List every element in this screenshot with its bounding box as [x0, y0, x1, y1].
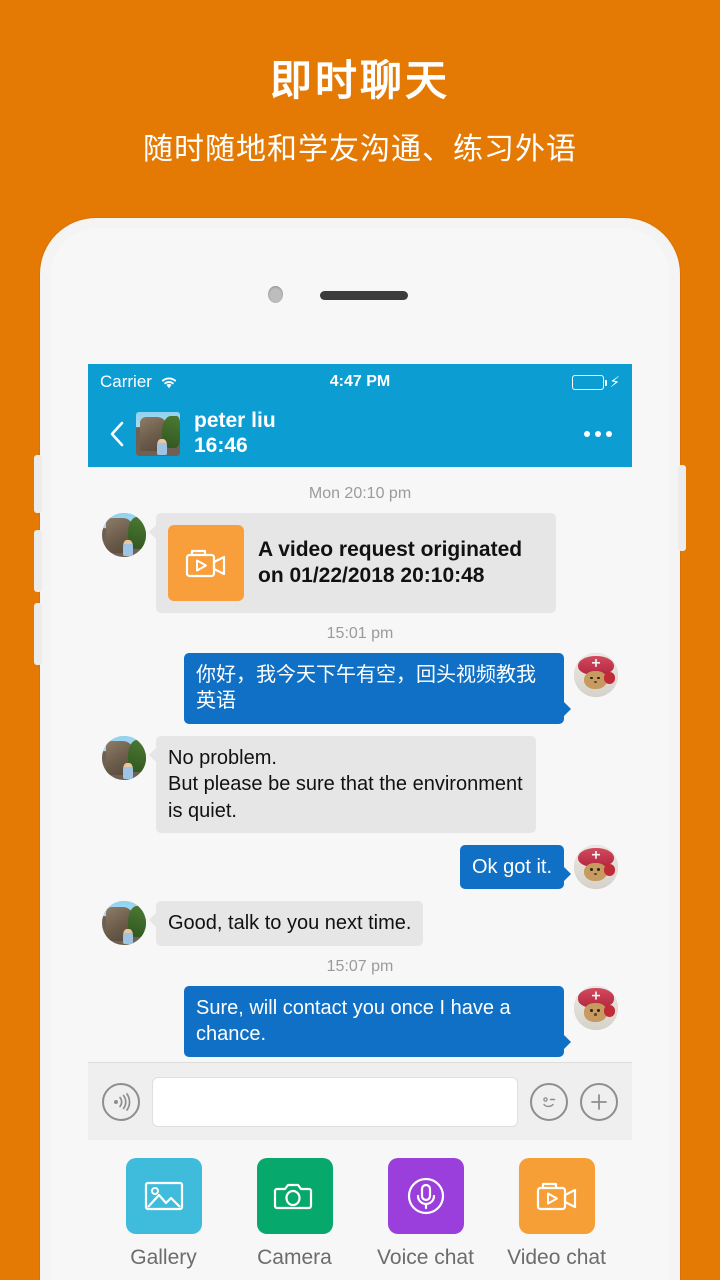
contact-avatar[interactable] [136, 411, 180, 456]
promo-header: 即时聊天 随时随地和学友沟通、练习外语 [0, 0, 720, 168]
message-row: A video request originated on 01/22/2018… [88, 513, 632, 613]
page-subtitle: 随时随地和学友沟通、练习外语 [143, 133, 577, 167]
video-request-bubble[interactable]: A video request originated on 01/22/2018… [149, 513, 556, 613]
action-video-chat[interactable]: Video chat [502, 1158, 612, 1270]
message-input-bar [88, 1062, 632, 1140]
silent-switch-button[interactable] [34, 455, 42, 513]
contact-info: peter liu 16:46 [194, 409, 276, 459]
plus-icon[interactable] [580, 1082, 618, 1121]
action-label: Voice chat [377, 1246, 474, 1269]
avatar[interactable] [574, 985, 618, 1030]
avatar[interactable] [574, 844, 618, 889]
message-bubble-outgoing[interactable]: 你好，我今天下午有空，回头视频教我英语 [184, 653, 571, 724]
page-title: 即时聊天 [269, 57, 450, 104]
avatar[interactable] [102, 735, 146, 780]
volume-down-button[interactable] [34, 603, 42, 665]
action-gallery[interactable]: Gallery [109, 1158, 219, 1270]
message-bubble-outgoing[interactable]: Sure, will contact you once I have a cha… [184, 985, 571, 1057]
chat-navigation-bar: peter liu 16:46 [88, 400, 632, 467]
more-options-button[interactable] [580, 423, 616, 445]
image-icon [125, 1158, 202, 1234]
earpiece-speaker [320, 291, 408, 300]
video-camera-icon [168, 525, 244, 601]
phone-screen: Carrier 4:47 PM ⚡ peter liu 16:46 Mon 20… [88, 364, 632, 1280]
volume-up-button[interactable] [34, 530, 42, 592]
video-request-text: A video request originated on 01/22/2018… [258, 537, 523, 587]
message-row: Sure, will contact you once I have a cha… [88, 985, 632, 1057]
front-camera-icon [268, 286, 283, 303]
avatar[interactable] [574, 653, 618, 697]
lightning-bolt-icon: ⚡ [609, 373, 620, 391]
action-label: Video chat [507, 1246, 606, 1269]
message-list[interactable]: Mon 20:10 pm A video request originated … [88, 467, 632, 1062]
carrier-label: Carrier [100, 372, 152, 391]
video-camera-icon [518, 1158, 595, 1234]
message-row: No problem. But please be sure that the … [88, 735, 632, 833]
avatar[interactable] [102, 513, 146, 557]
timestamp-divider: 15:01 pm [326, 625, 394, 642]
message-row: Ok got it. [88, 844, 632, 890]
timestamp-divider: 15:07 pm [326, 957, 394, 975]
sound-wave-icon[interactable] [102, 1082, 140, 1121]
wifi-icon [159, 375, 179, 390]
status-bar: Carrier 4:47 PM ⚡ [88, 364, 632, 400]
contact-time: 16:46 [194, 433, 248, 457]
back-button[interactable] [104, 421, 130, 447]
contact-name: peter liu [194, 408, 276, 432]
action-camera[interactable]: Camera [240, 1158, 350, 1270]
message-bubble-incoming[interactable]: No problem. But please be sure that the … [149, 735, 536, 833]
timestamp-divider: Mon 20:10 pm [308, 485, 412, 502]
phone-mockup: Carrier 4:47 PM ⚡ peter liu 16:46 Mon 20… [34, 218, 686, 1280]
action-label: Gallery [130, 1246, 197, 1269]
avatar[interactable] [102, 901, 146, 946]
attachment-actions: Gallery Camera Voice chat Video chat [88, 1140, 632, 1270]
message-row: 你好，我今天下午有空，回头视频教我英语 [88, 653, 632, 724]
action-label: Camera [257, 1246, 332, 1269]
action-voice-chat[interactable]: Voice chat [371, 1158, 481, 1270]
power-button[interactable] [678, 465, 686, 551]
battery-icon [572, 374, 608, 390]
winking-face-icon[interactable] [530, 1082, 568, 1121]
message-bubble-incoming[interactable]: Good, talk to you next time. [148, 901, 424, 946]
status-bar-right: ⚡ [572, 373, 620, 391]
message-bubble-outgoing[interactable]: Ok got it. [459, 844, 572, 890]
camera-icon [256, 1158, 333, 1234]
microphone-icon [387, 1158, 464, 1234]
message-input[interactable] [152, 1076, 518, 1127]
status-bar-left: Carrier [100, 372, 179, 392]
message-row: Good, talk to you next time. [88, 901, 632, 946]
